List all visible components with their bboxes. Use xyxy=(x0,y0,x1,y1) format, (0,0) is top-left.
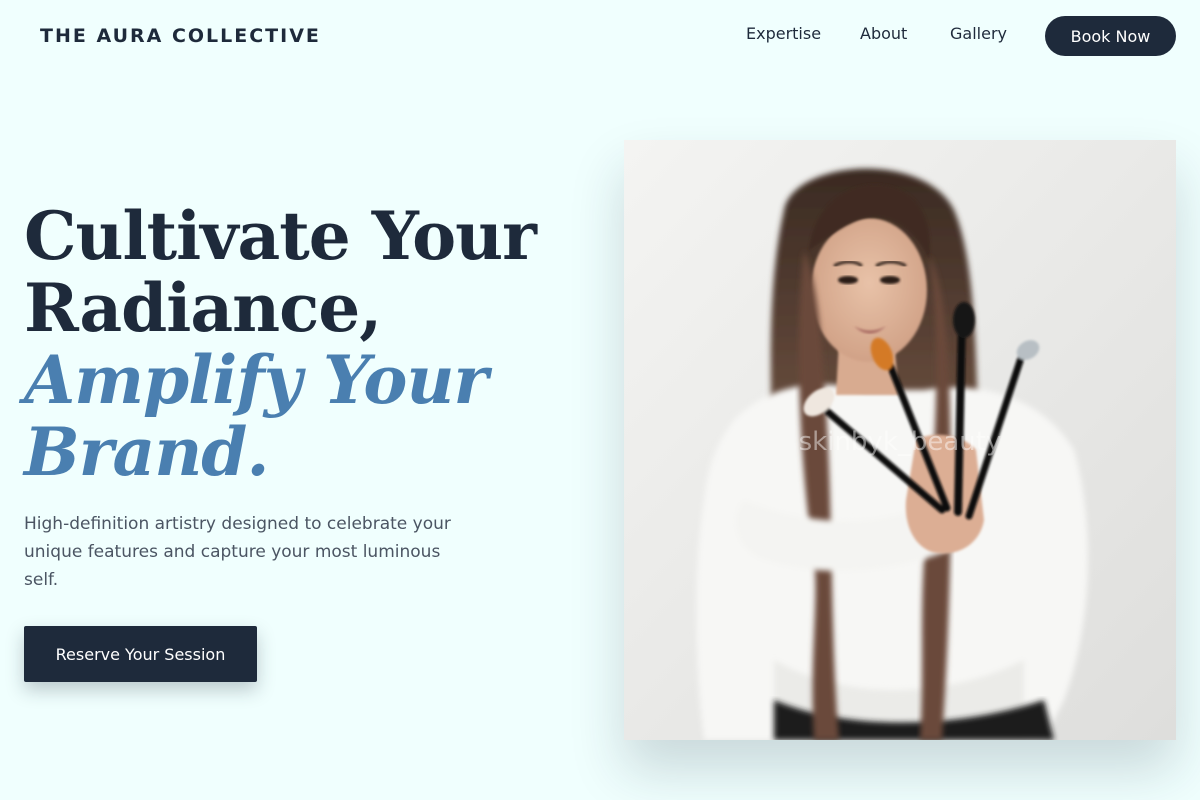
hero-subtitle: High-definition artistry designed to cel… xyxy=(24,514,451,590)
nav-gallery[interactable]: Gallery xyxy=(950,22,1007,46)
nav-about[interactable]: About xyxy=(860,22,907,46)
reserve-session-button[interactable]: Reserve Your Session xyxy=(24,626,257,682)
nav-expertise[interactable]: Expertise xyxy=(746,22,821,46)
brand-logo[interactable]: THE AURA COLLECTIVE xyxy=(40,24,321,48)
hero-title: Cultivate Your Radiance, Amplify Your Br… xyxy=(24,200,584,488)
artist-portrait-image: skinbyk_beauty xyxy=(624,140,1176,740)
book-now-button[interactable]: Book Now xyxy=(1045,16,1176,56)
hero-title-accent-2: Brand. xyxy=(24,413,269,491)
hero-title-line-2: Radiance, xyxy=(24,269,382,347)
photo-watermark: skinbyk_beauty xyxy=(799,427,1002,457)
hero-title-line-1: Cultivate Your xyxy=(24,197,537,275)
landing-page: THE AURA COLLECTIVE Expertise About Gall… xyxy=(0,0,1200,800)
hero-title-accent-1: Amplify Your xyxy=(24,341,488,419)
hero-photo: skinbyk_beauty xyxy=(624,140,1176,740)
